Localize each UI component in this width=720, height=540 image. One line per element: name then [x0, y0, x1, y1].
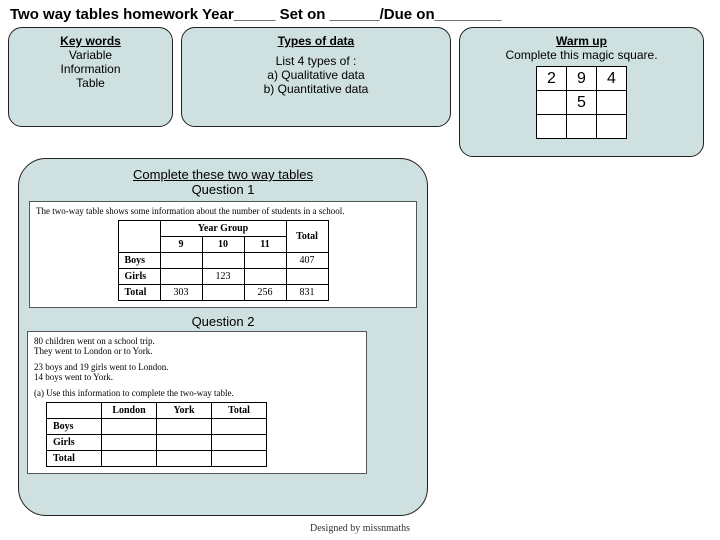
keyword-item: Information: [17, 62, 164, 76]
types-line: List 4 types of :: [190, 54, 442, 68]
footer-credit: Designed by missnmaths: [0, 523, 720, 534]
q2-panel: 80 children went on a school trip. They …: [27, 331, 367, 474]
q2-col: London: [102, 403, 157, 419]
magic-square: 2 9 4 5: [536, 66, 627, 139]
magic-cell[interactable]: 4: [597, 67, 627, 91]
types-heading: Types of data: [190, 34, 442, 48]
magic-cell[interactable]: 9: [567, 67, 597, 91]
q1-col: 10: [202, 237, 244, 253]
q2-col: Total: [212, 403, 267, 419]
magic-cell[interactable]: [537, 91, 567, 115]
q1-span-header: Year Group: [160, 221, 286, 237]
q1-panel: The two-way table shows some information…: [29, 201, 417, 308]
q1-col: 9: [160, 237, 202, 253]
q2-col: York: [157, 403, 212, 419]
q2-line: 23 boys and 19 girls went to London.: [34, 362, 360, 372]
magic-cell[interactable]: [597, 91, 627, 115]
q2-table: London York Total Boys Girls Total: [46, 402, 267, 467]
warmup-card: Warm up Complete this magic square. 2 9 …: [459, 27, 704, 157]
magic-cell[interactable]: [537, 115, 567, 139]
keyword-item: Table: [17, 76, 164, 90]
q2-line: (a) Use this information to complete the…: [34, 388, 360, 398]
q1-col: 11: [244, 237, 286, 253]
keywords-heading: Key words: [17, 34, 164, 48]
table-row: Boys: [47, 419, 267, 435]
table-row: Boys 407: [118, 253, 328, 269]
warmup-text: Complete this magic square.: [468, 48, 695, 62]
q1-col: Total: [286, 221, 328, 253]
types-line: b) Quantitative data: [190, 82, 442, 96]
q2-line: 80 children went on a school trip.: [34, 336, 360, 346]
main-heading: Complete these two way tables Question 1: [29, 167, 417, 197]
keyword-item: Variable: [17, 48, 164, 62]
q2-line: They went to London or to York.: [34, 346, 360, 356]
table-row: Total: [47, 451, 267, 467]
magic-cell[interactable]: 2: [537, 67, 567, 91]
table-row: Girls: [47, 435, 267, 451]
table-row: Total 303 256 831: [118, 285, 328, 301]
main-card: Complete these two way tables Question 1…: [18, 158, 428, 516]
keywords-card: Key words Variable Information Table: [8, 27, 173, 127]
top-row: Key words Variable Information Table Typ…: [0, 27, 720, 157]
q1-caption: The two-way table shows some information…: [36, 206, 410, 216]
types-card: Types of data List 4 types of : a) Quali…: [181, 27, 451, 127]
page-title: Two way tables homework Year_____ Set on…: [0, 0, 720, 27]
table-row: Girls 123: [118, 269, 328, 285]
types-line: a) Qualitative data: [190, 68, 442, 82]
warmup-heading: Warm up: [556, 34, 607, 48]
magic-cell[interactable]: 5: [567, 91, 597, 115]
q2-line: 14 boys went to York.: [34, 372, 360, 382]
q2-label: Question 2: [29, 314, 417, 329]
magic-cell[interactable]: [597, 115, 627, 139]
q1-table: Year Group Total 9 10 11 Boys 407 Girls …: [118, 220, 329, 301]
magic-cell[interactable]: [567, 115, 597, 139]
